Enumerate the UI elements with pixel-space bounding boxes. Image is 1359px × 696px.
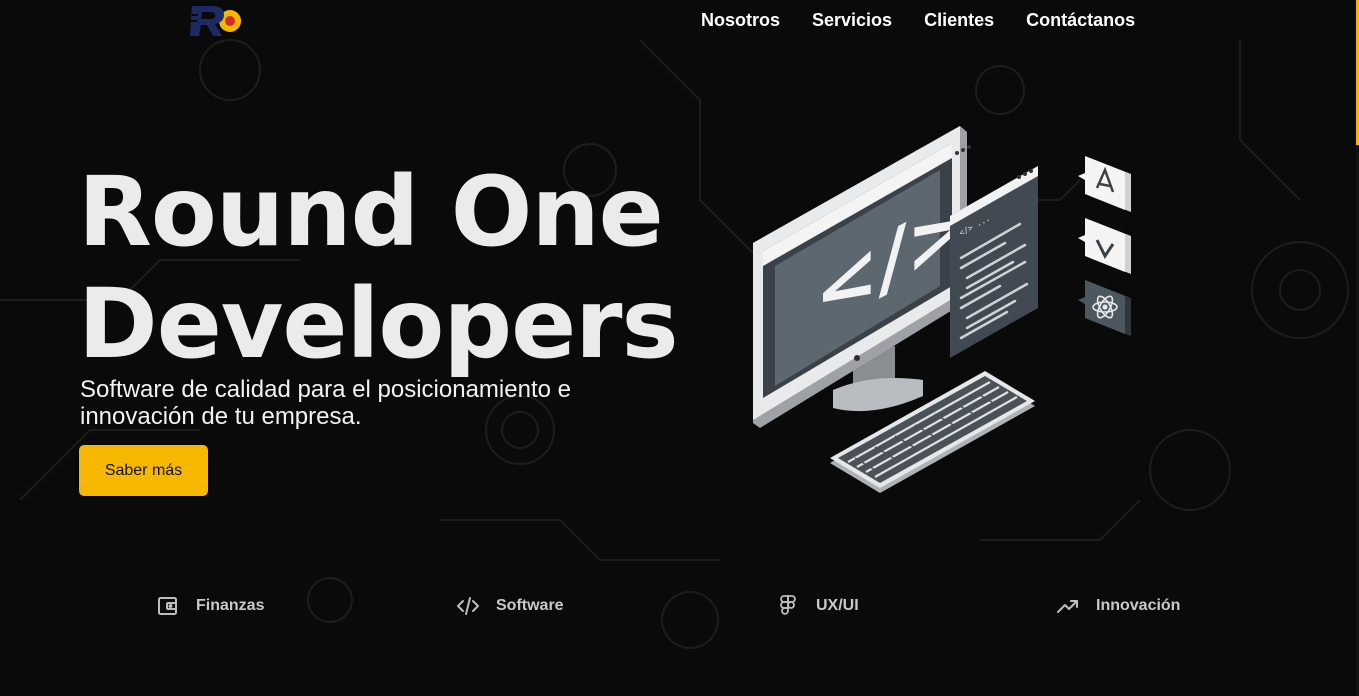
hero-subtitle: Software de calidad para el posicionamie… (80, 376, 571, 430)
hero-title-line1: Round One (78, 156, 664, 268)
nav-clientes[interactable]: Clientes (924, 10, 994, 31)
hero-title-line2: Developers (78, 268, 679, 380)
feature-finanzas[interactable]: Finanzas (156, 594, 264, 618)
angular-badge (1078, 156, 1131, 212)
feature-label: Innovación (1096, 597, 1181, 614)
saber-mas-button[interactable]: Saber más (79, 445, 208, 496)
code-icon (456, 597, 480, 615)
figma-icon (780, 595, 796, 615)
wallet-icon (158, 597, 177, 615)
main-nav: Nosotros Servicios Clientes Contáctanos (701, 10, 1135, 31)
feature-label: Finanzas (196, 597, 265, 614)
trending-up-icon (1057, 600, 1078, 613)
computer-illustration: </> </> ... (753, 126, 1131, 493)
vue-badge (1078, 218, 1131, 274)
react-badge (1078, 280, 1131, 336)
feature-software[interactable]: Software (456, 594, 564, 618)
feature-label: UX/UI (816, 597, 859, 614)
features-row: Finanzas Software UX/UI Innovación (0, 594, 1359, 626)
nav-servicios[interactable]: Servicios (812, 10, 892, 31)
nav-contactanos[interactable]: Contáctanos (1026, 10, 1135, 31)
feature-innovacion[interactable]: Innovación (1056, 594, 1180, 618)
feature-ux-ui[interactable]: UX/UI (776, 594, 859, 618)
hero-title: Round One Developers (78, 156, 679, 380)
brand-logo[interactable] (188, 2, 242, 40)
feature-label: Software (496, 597, 564, 614)
nav-nosotros[interactable]: Nosotros (701, 10, 780, 31)
